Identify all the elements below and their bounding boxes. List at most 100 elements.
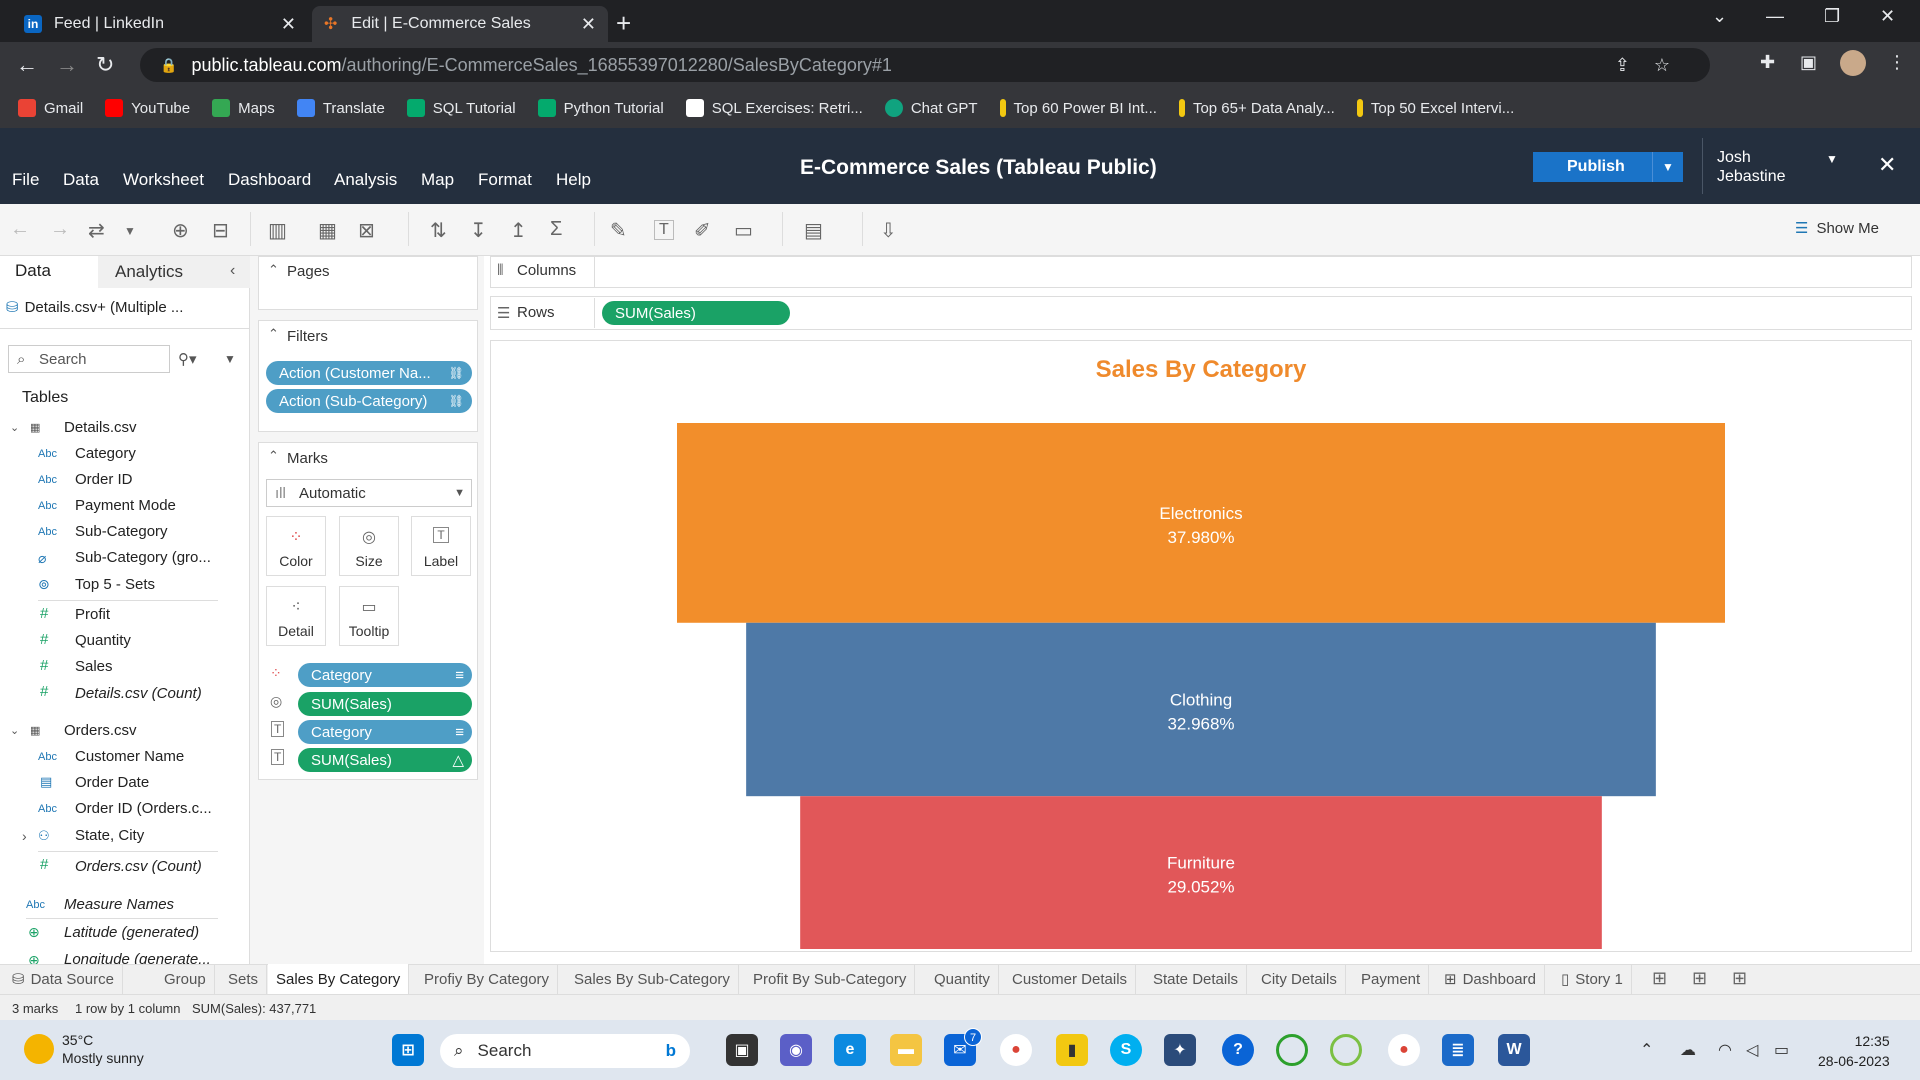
bookmark-chatgpt[interactable]: Chat GPT (884, 99, 978, 117)
taskbar-search[interactable]: ⌕ Search b (440, 1034, 690, 1068)
field-longitude[interactable]: Longitude (generate... (64, 951, 211, 964)
field-orders-count[interactable]: Orders.csv (Count) (75, 858, 202, 875)
tab-state-details[interactable]: State Details (1145, 964, 1248, 994)
new-tab-icon[interactable]: + (616, 8, 631, 39)
menu-format[interactable]: Format (478, 170, 532, 190)
app-icon[interactable]: ✦ (1164, 1034, 1196, 1066)
star-icon[interactable]: ☆ (1654, 55, 1670, 76)
chevron-down-icon[interactable]: ▼ (124, 224, 136, 238)
collapse-pane-icon[interactable]: ‹ (230, 262, 235, 280)
weather-icon[interactable] (24, 1034, 54, 1064)
tab-sales-by-sub-category[interactable]: Sales By Sub-Category (566, 964, 739, 994)
duplicate-sheet-icon[interactable]: ▦ (318, 218, 337, 243)
bookmark-gmail[interactable]: Gmail (18, 99, 83, 117)
edge-icon[interactable]: e (834, 1034, 866, 1066)
bookmark-youtube[interactable]: YouTube (105, 99, 190, 117)
pause-updates-icon[interactable]: ⊟ (212, 218, 229, 243)
bookmark-sql-exercises[interactable]: SQL Exercises: Retri... (685, 99, 863, 117)
swap-icon[interactable]: ⇅ (430, 218, 447, 243)
field-payment-mode[interactable]: Payment Mode (75, 497, 176, 514)
file-explorer-icon[interactable]: ▬ (890, 1034, 922, 1066)
tab-sales-by-category[interactable]: Sales By Category (268, 964, 410, 994)
sort-descending-icon[interactable]: ↥ (510, 218, 527, 243)
word-icon[interactable]: W (1498, 1034, 1530, 1066)
clock[interactable]: 12:35 28-06-2023 (1818, 1031, 1890, 1071)
menu-help[interactable]: Help (556, 170, 591, 190)
avatar[interactable] (1840, 50, 1866, 76)
menu-dashboard[interactable]: Dashboard (228, 170, 311, 190)
tab-profit-by-sub-category[interactable]: Profit By Sub-Category (745, 964, 916, 994)
rows-pill-sales[interactable]: SUM(Sales) (602, 301, 790, 325)
mark-pill-category-label[interactable]: Category ≡ (298, 720, 472, 744)
size-button[interactable]: ◎ Size (339, 516, 399, 576)
field-quantity[interactable]: Quantity (75, 632, 131, 649)
browser-tab-tableau[interactable]: ✣ Edit | E-Commerce Sales ✕ (312, 6, 608, 42)
bookmark-python-tutorial[interactable]: Python Tutorial (537, 99, 664, 117)
maximize-icon[interactable]: ❐ (1824, 6, 1840, 27)
new-dashboard-icon[interactable]: ⊞ (1692, 968, 1707, 989)
menu-file[interactable]: File (12, 170, 39, 190)
chevron-down-icon[interactable]: ▼ (224, 352, 236, 366)
chevron-up-icon[interactable]: ⌃ (268, 326, 279, 342)
teams-icon[interactable]: ◉ (780, 1034, 812, 1066)
chevron-down-icon[interactable]: ▼ (1652, 152, 1683, 182)
menu-map[interactable]: Map (421, 170, 454, 190)
mark-type-select[interactable]: ıll Automatic ▼ (266, 479, 472, 507)
new-worksheet-icon[interactable]: ⊞ (1652, 968, 1667, 989)
undo-icon[interactable]: ← (10, 218, 30, 241)
skype-icon[interactable]: S (1110, 1034, 1142, 1066)
close-icon[interactable]: ✕ (281, 14, 296, 35)
chevron-right-icon[interactable]: › (22, 828, 27, 844)
field-measure-names[interactable]: Measure Names (64, 896, 174, 913)
field-order-id[interactable]: Order ID (75, 471, 133, 488)
tab-data-source[interactable]: ⛁ Data Source (0, 964, 123, 994)
tab-quantity[interactable]: Quantity (926, 964, 999, 994)
new-story-icon[interactable]: ⊞ (1732, 968, 1747, 989)
mark-pill-category-color[interactable]: Category ≡ (298, 663, 472, 687)
loading-app-icon[interactable] (1330, 1034, 1362, 1066)
battery-icon[interactable]: ▭ (1774, 1040, 1789, 1060)
close-icon[interactable]: ✕ (1878, 152, 1896, 178)
filter-pill-subcategory[interactable]: Action (Sub-Category) ⛓ (266, 389, 472, 413)
clear-sheet-icon[interactable]: ⊠ (358, 218, 375, 243)
windows-start-icon[interactable]: ⊞ (392, 1034, 424, 1066)
totals-icon[interactable]: Σ (550, 218, 562, 241)
detail-button[interactable]: ⁖ Detail (266, 586, 326, 646)
bookmark-maps[interactable]: Maps (212, 99, 275, 117)
mark-pill-sales-size[interactable]: SUM(Sales) (298, 692, 472, 716)
field-customer-name[interactable]: Customer Name (75, 748, 184, 765)
weather-widget[interactable]: 35°C Mostly sunny (62, 1031, 144, 1067)
format-icon[interactable]: ✐ (694, 218, 711, 243)
help-icon[interactable]: ? (1222, 1034, 1254, 1066)
tab-profiy-by-category[interactable]: Profiy By Category (416, 964, 559, 994)
task-view-icon[interactable]: ▣ (726, 1034, 758, 1066)
reload-icon[interactable]: ↻ (96, 52, 114, 78)
mark-pill-sales-label[interactable]: SUM(Sales) △ (298, 748, 472, 772)
onedrive-icon[interactable]: ☁ (1680, 1040, 1696, 1060)
new-datasource-icon[interactable]: ⊕ (172, 218, 189, 243)
tab-story[interactable]: ▯ Story 1 (1553, 964, 1632, 994)
tab-analytics[interactable]: Analytics (98, 256, 250, 288)
minimize-icon[interactable]: — (1766, 6, 1784, 27)
field-sales[interactable]: Sales (75, 658, 113, 675)
browser-tab-linkedin[interactable]: in Feed | LinkedIn ✕ (12, 6, 308, 42)
kebab-menu-icon[interactable]: ⋮ (1888, 52, 1906, 73)
filter-pill-customer[interactable]: Action (Customer Na... ⛓ (266, 361, 472, 385)
presentation-icon[interactable]: ▤ (804, 218, 823, 243)
notepad-icon[interactable]: ≣ (1442, 1034, 1474, 1066)
sort-ascending-icon[interactable]: ↧ (470, 218, 487, 243)
new-worksheet-icon[interactable]: ▥ (268, 218, 287, 243)
show-me-button[interactable]: ☰ Show Me (1795, 219, 1879, 238)
columns-shelf[interactable] (490, 256, 1912, 288)
field-order-id-orders[interactable]: Order ID (Orders.c... (75, 800, 212, 817)
chevron-up-icon[interactable]: ⌃ (268, 448, 279, 464)
extensions-icon[interactable]: ✚ (1760, 52, 1775, 73)
user-menu[interactable]: Josh Jebastine (1717, 148, 1786, 186)
chrome-profile-icon[interactable]: ● (1388, 1034, 1420, 1066)
fit-icon[interactable]: ▭ (734, 218, 753, 243)
chevron-down-icon[interactable]: ⌄ (10, 724, 19, 737)
search-input[interactable]: ⌕ Search (8, 345, 170, 373)
wifi-icon[interactable]: ◠ (1718, 1040, 1732, 1060)
filter-icon[interactable]: ⚲▾ (178, 350, 197, 368)
tab-customer-details[interactable]: Customer Details (1004, 964, 1137, 994)
